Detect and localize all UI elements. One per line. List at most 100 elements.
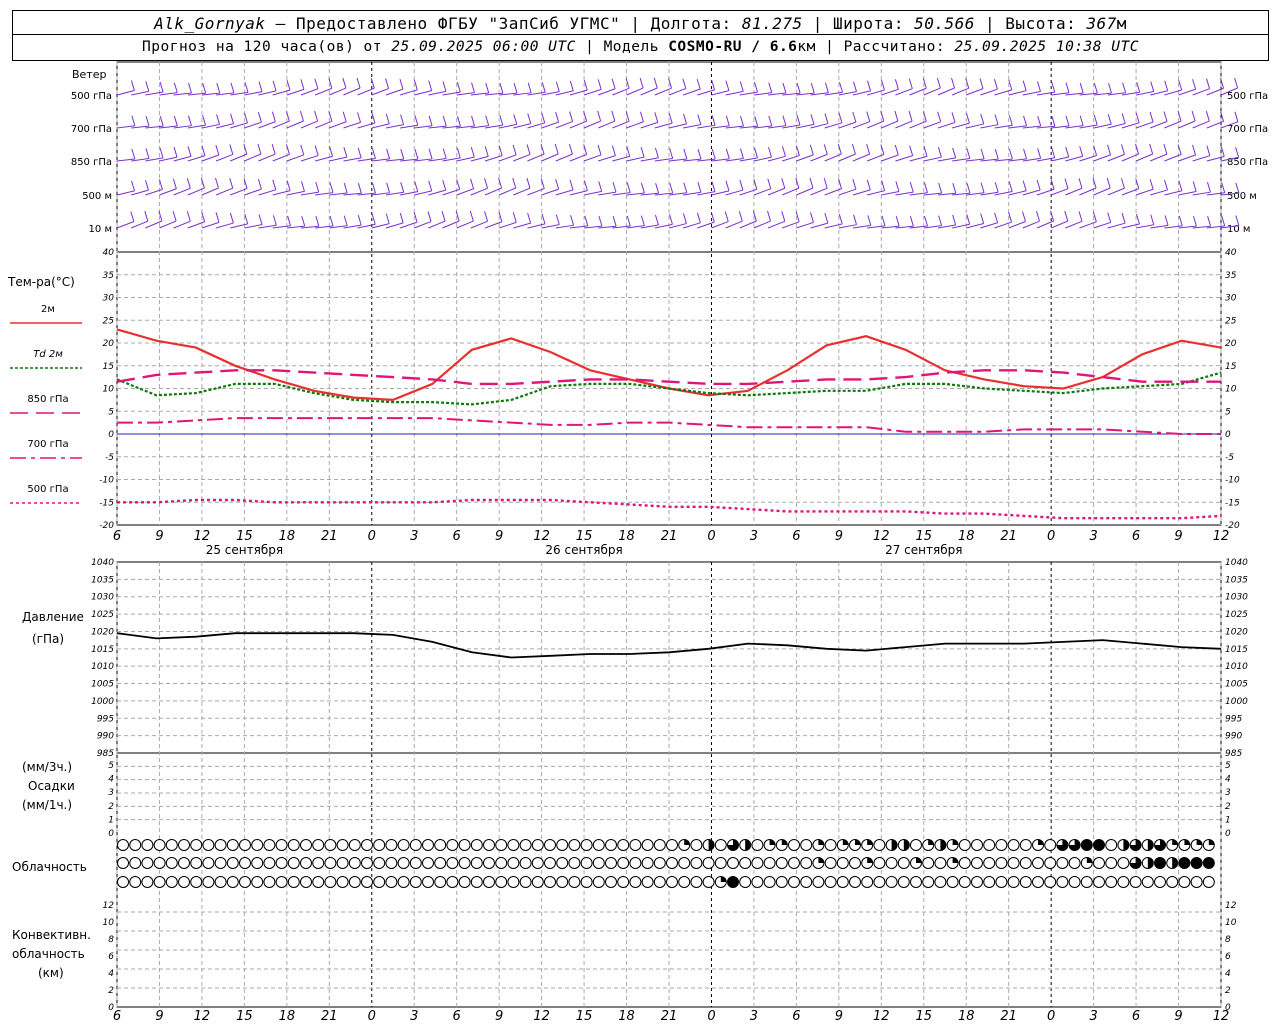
wind-barb (711, 90, 730, 96)
hour-tick-label-bottom: 21 (661, 1009, 678, 1024)
wind-barb (215, 212, 220, 223)
pressure-tick-label: 1020 (91, 627, 114, 637)
wind-barb (569, 111, 574, 122)
wind-barb (754, 147, 758, 158)
cloud-symbol (666, 857, 678, 869)
wind-barb (399, 212, 404, 223)
cloud-symbol (1202, 857, 1215, 869)
wind-barb (1093, 83, 1098, 94)
cloud-symbol (1141, 876, 1154, 888)
cloud-fill (1123, 839, 1129, 851)
cloud-symbol (629, 857, 642, 869)
cloud-symbol (812, 876, 825, 888)
wind-barb (526, 144, 531, 155)
wind-barb (683, 113, 688, 125)
cloud-symbol (300, 876, 312, 888)
wind-barb (1122, 82, 1127, 93)
wind-barb (654, 112, 659, 123)
wind-barb (527, 82, 532, 93)
wind-barb (881, 180, 886, 191)
cloud-fill (952, 857, 959, 863)
wind-barb (810, 114, 815, 125)
hour-tick-label-bottom: 9 (1174, 1009, 1182, 1024)
hour-tick-label-bottom: 6 (792, 1009, 800, 1024)
wind-barb (301, 215, 306, 227)
wind-barb (471, 115, 476, 127)
cloud-symbol (312, 876, 325, 888)
temp-tick-label: 5 (108, 407, 114, 417)
wind-barb (1023, 148, 1028, 160)
wind-barb (343, 121, 361, 129)
temp-tick-label: -20 (99, 521, 114, 531)
cloud-symbol (653, 839, 666, 851)
wind-barb (414, 181, 419, 192)
wind-barb (923, 146, 928, 157)
wind-barb (682, 213, 687, 224)
wind-barb (938, 182, 943, 194)
wind-barb (867, 215, 872, 226)
conv-tick-label: 12 (103, 901, 115, 911)
wind-barb (485, 82, 490, 94)
wind-barb (823, 144, 828, 155)
wind-barb (583, 154, 602, 162)
wind-barb (923, 182, 928, 193)
cloud-symbol (214, 876, 227, 888)
cloud-fill (684, 839, 690, 845)
wind-barb (1065, 115, 1070, 127)
pressure-tick-label: 1005 (91, 680, 114, 690)
conv-tick-label-right: 6 (1225, 952, 1231, 962)
date-label: 27 сентября (885, 543, 962, 557)
wind-barb (372, 182, 376, 194)
wind-barb (626, 87, 644, 96)
wind-barb (555, 111, 560, 123)
wind-barb (866, 143, 871, 155)
wind-barb (668, 112, 673, 124)
cloud-symbol (385, 876, 398, 888)
wind-barb (116, 221, 135, 229)
cloud-symbol (117, 876, 129, 888)
cloud-symbol (1019, 857, 1032, 869)
cloud-symbol (1190, 857, 1203, 869)
cloud-symbol (470, 876, 483, 888)
wind-barb (697, 114, 702, 125)
cloud-symbol (397, 857, 410, 869)
cloud-fill (1172, 839, 1178, 845)
cloud-fill (708, 839, 715, 851)
wind-barb (1150, 189, 1168, 196)
wind-barb (1051, 116, 1056, 127)
cloud-symbol (580, 857, 593, 869)
wind-barb (1120, 178, 1125, 189)
wind-barb (555, 179, 560, 190)
pressure-tick-label-right: 1015 (1225, 645, 1248, 655)
legend-label: 2м (41, 304, 55, 315)
temp-tick-label-right: 40 (1225, 248, 1237, 258)
wind-barb (853, 214, 858, 225)
wind-barb (216, 114, 221, 125)
cloud-symbol (483, 857, 495, 869)
wind-barb (568, 143, 573, 155)
cloud-symbol (165, 876, 178, 888)
wind-barb (131, 115, 136, 126)
wind-barb (1234, 111, 1239, 122)
wind-barb (1107, 144, 1112, 156)
cloud-fill (818, 857, 824, 863)
cloud-symbol (666, 876, 678, 888)
cloud-symbol (714, 839, 727, 851)
cloud-symbol (1019, 876, 1032, 888)
temp-tick-label: 40 (103, 248, 115, 258)
hour-tick-label: 12 (873, 529, 890, 544)
cloud-symbol (727, 857, 739, 869)
cloud-fill (720, 876, 727, 882)
wind-barb (1206, 145, 1211, 156)
wind-barb (1192, 155, 1211, 162)
cloud-fill (745, 839, 751, 851)
wind-barb (342, 111, 347, 122)
hour-tick-label: 21 (661, 529, 678, 544)
hour-tick-label: 18 (279, 529, 296, 544)
hour-tick-label-bottom: 6 (1132, 1009, 1140, 1024)
cloud-symbol (1117, 857, 1130, 869)
cloud-fill (818, 839, 824, 845)
hour-tick-label: 0 (1047, 529, 1055, 544)
wind-barb (951, 122, 970, 129)
wind-barb (116, 90, 135, 96)
